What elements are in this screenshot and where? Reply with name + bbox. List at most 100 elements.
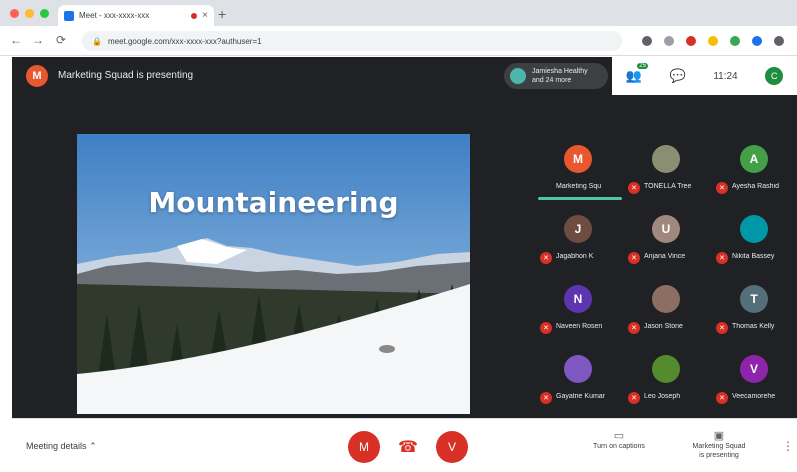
participant-tile[interactable]: ✕ TONELLA Tree — [622, 135, 710, 205]
forward-icon[interactable]: → — [32, 33, 44, 47]
participant-tile[interactable]: N ✕ Naveen Rosen — [534, 275, 622, 345]
participant-avatar — [564, 355, 592, 383]
muted-mic-icon: ✕ — [716, 252, 728, 264]
participant-tile[interactable]: U ✕ Anjana Vince — [622, 205, 710, 275]
participant-tile[interactable]: J ✕ Jagabhon K — [534, 205, 622, 275]
muted-mic-icon: ✕ — [540, 392, 552, 404]
participant-tile[interactable]: T ✕ Thomas Kelly — [710, 275, 797, 345]
muted-mic-icon: ✕ — [716, 322, 728, 334]
camera-button[interactable]: V — [436, 431, 468, 463]
minimize-window-icon[interactable] — [25, 9, 34, 18]
more-options-icon[interactable]: ⋮ — [782, 439, 794, 453]
extension-red-icon[interactable] — [686, 36, 696, 46]
address-bar[interactable]: 🔒 meet.google.com/xxx-xxxx-xxx?authuser=… — [82, 31, 622, 51]
muted-mic-icon: ✕ — [628, 392, 640, 404]
self-chip-line2: and 24 more — [532, 77, 572, 84]
captions-icon: ▭ — [613, 430, 625, 442]
meeting-details-button[interactable]: Meeting details ⌃ — [26, 441, 97, 452]
slide-title: Mountaineering — [148, 186, 399, 219]
chat-icon[interactable]: 💬 — [670, 68, 686, 84]
presentation-slide: Mountaineering — [77, 134, 470, 414]
present-icon: ▣ — [713, 430, 725, 442]
participant-avatar: J — [564, 215, 592, 243]
participant-name: Naveen Rosen — [556, 323, 603, 330]
star-icon[interactable] — [664, 36, 674, 46]
participant-tile[interactable]: V ✕ Veecamorehe — [710, 345, 797, 415]
meeting-clock: 11:24 — [713, 70, 738, 82]
mountain-photo — [77, 134, 470, 414]
present-line2: is presenting — [699, 452, 739, 459]
presenting-label: Marketing Squad is presenting — [58, 70, 194, 81]
extension-green-icon[interactable] — [730, 36, 740, 46]
participant-name: Jagabhon K — [556, 253, 594, 260]
present-line1: Marketing Squad — [692, 443, 746, 450]
back-icon[interactable]: ← — [10, 33, 22, 47]
browser-tab[interactable]: Meet - xxx-xxxx-xxx × — [58, 5, 214, 26]
bottom-control-bar: Meeting details ⌃ M ☎ V ▭ Turn on captio… — [12, 418, 797, 472]
profile-icon[interactable] — [752, 36, 762, 46]
participant-tile[interactable]: M Marketing Squ — [534, 135, 622, 205]
lock-icon: 🔒 — [92, 36, 102, 46]
self-chip-line1: Jamiesha Healthy — [532, 68, 588, 75]
participant-avatar — [652, 285, 680, 313]
muted-mic-icon: ✕ — [628, 252, 640, 264]
camera-permission-icon[interactable] — [642, 36, 652, 46]
chevron-up-icon: ⌃ — [89, 441, 97, 451]
participant-name: Nikita Bassey — [732, 253, 775, 260]
presenter-avatar: M — [26, 65, 48, 87]
reload-icon[interactable]: ⟳ — [56, 33, 66, 47]
participant-grid: M Marketing Squ ✕ TONELLA Tree A ✕ Ayesha Rash… — [534, 135, 797, 415]
muted-mic-icon: ✕ — [540, 322, 552, 334]
url-text: meet.google.com/xxx-xxxx-xxx?authuser=1 — [107, 36, 262, 46]
close-window-icon[interactable] — [10, 9, 19, 18]
participant-tile[interactable]: ✕ Gayatrie Kumar — [534, 345, 622, 415]
maximize-window-icon[interactable] — [40, 9, 49, 18]
menu-icon[interactable] — [774, 36, 784, 46]
participant-tile[interactable]: ✕ Jason Stone — [622, 275, 710, 345]
participant-name: Leo Joseph — [644, 393, 681, 400]
meet-stage: M Marketing Squad is presenting Jamiesha… — [12, 57, 797, 472]
browser-toolbar: ← → ⟳ 🔒 meet.google.com/xxx-xxxx-xxx?aut… — [0, 26, 797, 56]
microphone-button[interactable]: M — [348, 431, 380, 463]
present-now-button[interactable]: ▣ Marketing Squad is presenting — [674, 429, 764, 460]
participant-tile[interactable]: A ✕ Ayesha Rashid — [710, 135, 797, 205]
browser-tab-bar: Meet - xxx-xxxx-xxx × + — [0, 0, 797, 26]
tab-title: Meet - xxx-xxxx-xxx — [79, 11, 150, 20]
people-icon[interactable]: 👥 25 — [626, 63, 648, 84]
window-controls — [10, 9, 49, 18]
recording-dot-icon — [191, 12, 198, 19]
muted-mic-icon: ✕ — [716, 392, 728, 404]
participant-avatar: T — [740, 285, 768, 313]
muted-mic-icon: ✕ — [628, 322, 640, 334]
participant-name: Marketing Squ — [556, 183, 602, 190]
self-view-chip[interactable]: Jamiesha Healthy and 24 more — [504, 63, 608, 89]
new-tab-button[interactable]: + — [218, 6, 226, 22]
meeting-details-label: Meeting details — [26, 441, 87, 451]
self-chip-text: Jamiesha Healthy and 24 more — [532, 67, 588, 85]
participant-tile[interactable]: ✕ Nikita Bassey — [710, 205, 797, 275]
participant-avatar: M — [564, 145, 592, 173]
active-speaker-indicator — [538, 197, 622, 200]
captions-button[interactable]: ▭ Turn on captions — [574, 429, 664, 451]
participant-name: Gayatrie Kumar — [556, 393, 606, 400]
participant-avatar: A — [740, 145, 768, 173]
muted-mic-icon: ✕ — [716, 182, 728, 194]
participant-avatar — [652, 145, 680, 173]
participant-tile[interactable]: ✕ Leo Joseph — [622, 345, 710, 415]
participant-avatar: V — [740, 355, 768, 383]
captions-label: Turn on captions — [593, 443, 645, 450]
people-count-badge: 25 — [637, 63, 648, 69]
user-avatar[interactable]: C — [765, 67, 784, 85]
participant-name: Jason Stone — [644, 323, 683, 330]
muted-mic-icon: ✕ — [628, 182, 640, 194]
close-tab-icon[interactable]: × — [202, 10, 208, 21]
participant-name: TONELLA Tree — [644, 183, 692, 190]
participant-avatar — [652, 355, 680, 383]
hang-up-icon[interactable]: ☎ — [398, 437, 418, 457]
extension-yellow-icon[interactable] — [708, 36, 718, 46]
participant-name: Anjana Vince — [644, 253, 686, 260]
top-right-controls: 👥 25 💬 11:24 C — [612, 57, 797, 95]
participant-name: Veecamorehe — [732, 393, 776, 400]
participant-avatar: N — [564, 285, 592, 313]
participant-avatar: U — [652, 215, 680, 243]
